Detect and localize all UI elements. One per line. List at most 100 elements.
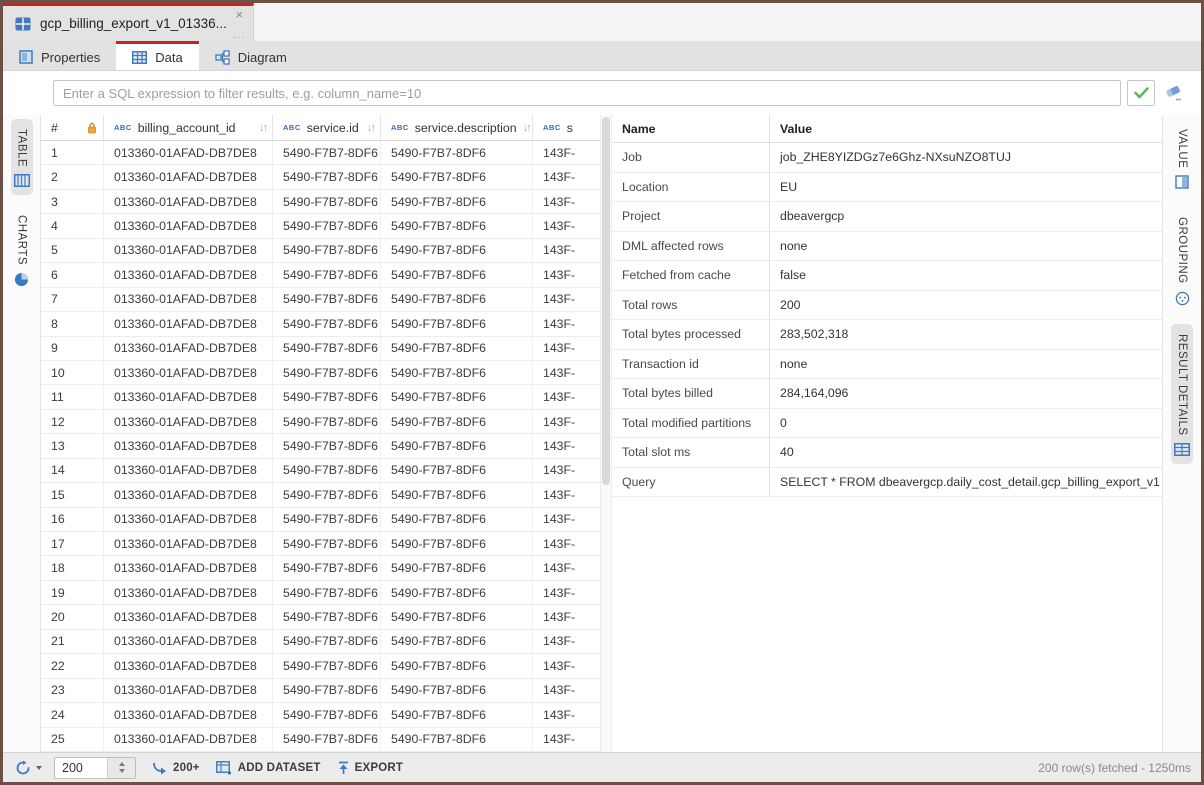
grid-cell[interactable]: 013360-01AFAD-DB7DE8 — [104, 532, 273, 555]
grid-cell[interactable]: 22 — [41, 654, 104, 677]
grid-cell[interactable]: 013360-01AFAD-DB7DE8 — [104, 630, 273, 653]
grid-cell[interactable]: 5490-F7B7-8DF6 — [273, 581, 381, 604]
grid-cell[interactable]: 5490-F7B7-8DF6 — [381, 532, 533, 555]
grid-cell[interactable]: 013360-01AFAD-DB7DE8 — [104, 288, 273, 311]
row-limit-input[interactable] — [55, 758, 107, 778]
details-row[interactable]: Total bytes billed284,164,096 — [612, 379, 1162, 409]
table-row[interactable]: 20013360-01AFAD-DB7DE85490-F7B7-8DF65490… — [41, 605, 600, 629]
grid-cell[interactable]: 5490-F7B7-8DF6 — [381, 654, 533, 677]
table-row[interactable]: 23013360-01AFAD-DB7DE85490-F7B7-8DF65490… — [41, 679, 600, 703]
grid-cell[interactable]: 25 — [41, 728, 104, 751]
grid-cell[interactable]: 013360-01AFAD-DB7DE8 — [104, 605, 273, 628]
grid-cell[interactable]: 5490-F7B7-8DF6 — [381, 728, 533, 751]
column-header-truncated[interactable]: ABC s — [533, 115, 600, 140]
grid-cell[interactable]: 013360-01AFAD-DB7DE8 — [104, 556, 273, 579]
grid-cell[interactable]: 013360-01AFAD-DB7DE8 — [104, 679, 273, 702]
grid-cell[interactable]: 21 — [41, 630, 104, 653]
scrollbar-thumb[interactable] — [602, 117, 610, 485]
filter-input[interactable] — [53, 80, 1121, 106]
row-limit-stepper[interactable] — [54, 757, 136, 779]
grid-cell[interactable]: 5490-F7B7-8DF6 — [273, 190, 381, 213]
table-row[interactable]: 25013360-01AFAD-DB7DE85490-F7B7-8DF65490… — [41, 728, 600, 752]
column-header-service-description[interactable]: ABC service.description ↓↑ — [381, 115, 533, 140]
details-row-value[interactable]: dbeavergcp — [770, 202, 1162, 231]
refresh-button[interactable] — [15, 760, 42, 776]
grid-cell[interactable]: 143F- — [533, 703, 600, 726]
grid-cell[interactable]: 24 — [41, 703, 104, 726]
sort-icon[interactable]: ↓↑ — [523, 122, 530, 134]
table-row[interactable]: 6013360-01AFAD-DB7DE85490-F7B7-8DF65490-… — [41, 263, 600, 287]
grid-cell[interactable]: 013360-01AFAD-DB7DE8 — [104, 312, 273, 335]
grid-cell[interactable]: 013360-01AFAD-DB7DE8 — [104, 703, 273, 726]
table-row[interactable]: 2013360-01AFAD-DB7DE85490-F7B7-8DF65490-… — [41, 165, 600, 189]
grid-cell[interactable]: 013360-01AFAD-DB7DE8 — [104, 410, 273, 433]
grid-cell[interactable]: 10 — [41, 361, 104, 384]
grid-cell[interactable]: 013360-01AFAD-DB7DE8 — [104, 508, 273, 531]
grid-cell[interactable]: 5490-F7B7-8DF6 — [381, 508, 533, 531]
grid-cell[interactable]: 5490-F7B7-8DF6 — [381, 605, 533, 628]
grid-cell[interactable]: 5490-F7B7-8DF6 — [381, 337, 533, 360]
grid-cell[interactable]: 013360-01AFAD-DB7DE8 — [104, 239, 273, 262]
grid-cell[interactable]: 5490-F7B7-8DF6 — [381, 410, 533, 433]
table-row[interactable]: 11013360-01AFAD-DB7DE85490-F7B7-8DF65490… — [41, 385, 600, 409]
tab-result-details[interactable]: RESULT DETAILS — [1171, 324, 1193, 464]
grid-cell[interactable]: 143F- — [533, 361, 600, 384]
details-row[interactable]: Jobjob_ZHE8YIZDGz7e6Ghz-NXsuNZO8TUJ — [612, 143, 1162, 173]
sort-icon[interactable]: ↓↑ — [259, 122, 266, 134]
grid-cell[interactable]: 013360-01AFAD-DB7DE8 — [104, 434, 273, 457]
grid-cell[interactable]: 143F- — [533, 679, 600, 702]
details-row-value[interactable]: job_ZHE8YIZDGz7e6Ghz-NXsuNZO8TUJ — [770, 143, 1162, 172]
grid-cell[interactable]: 1 — [41, 141, 104, 164]
apply-filter-button[interactable] — [1127, 80, 1155, 106]
grid-cell[interactable]: 6 — [41, 263, 104, 286]
table-row[interactable]: 10013360-01AFAD-DB7DE85490-F7B7-8DF65490… — [41, 361, 600, 385]
table-row[interactable]: 17013360-01AFAD-DB7DE85490-F7B7-8DF65490… — [41, 532, 600, 556]
stepper-down-icon[interactable] — [119, 769, 125, 773]
grid-cell[interactable]: 5490-F7B7-8DF6 — [381, 483, 533, 506]
grid-cell[interactable]: 143F- — [533, 630, 600, 653]
details-row[interactable]: Total bytes processed283,502,318 — [612, 320, 1162, 350]
grid-cell[interactable]: 5490-F7B7-8DF6 — [381, 312, 533, 335]
grid-cell[interactable]: 19 — [41, 581, 104, 604]
grid-cell[interactable]: 5490-F7B7-8DF6 — [273, 263, 381, 286]
table-row[interactable]: 9013360-01AFAD-DB7DE85490-F7B7-8DF65490-… — [41, 337, 600, 361]
column-header-service-id[interactable]: ABC service.id ↓↑ — [273, 115, 381, 140]
grid-cell[interactable]: 5490-F7B7-8DF6 — [381, 263, 533, 286]
details-row[interactable]: Fetched from cachefalse — [612, 261, 1162, 291]
fetch-next-button[interactable]: 200+ — [152, 761, 200, 775]
grid-vertical-scrollbar[interactable] — [600, 115, 612, 752]
grid-cell[interactable]: 5490-F7B7-8DF6 — [381, 385, 533, 408]
table-row[interactable]: 21013360-01AFAD-DB7DE85490-F7B7-8DF65490… — [41, 630, 600, 654]
grid-cell[interactable]: 5490-F7B7-8DF6 — [273, 361, 381, 384]
grid-cell[interactable]: 18 — [41, 556, 104, 579]
grid-cell[interactable]: 013360-01AFAD-DB7DE8 — [104, 337, 273, 360]
grid-cell[interactable]: 11 — [41, 385, 104, 408]
grid-cell[interactable]: 5490-F7B7-8DF6 — [381, 459, 533, 482]
grid-cell[interactable]: 013360-01AFAD-DB7DE8 — [104, 361, 273, 384]
grid-cell[interactable]: 143F- — [533, 581, 600, 604]
grid-cell[interactable]: 5490-F7B7-8DF6 — [381, 190, 533, 213]
stepper-buttons[interactable] — [107, 758, 135, 778]
table-row[interactable]: 12013360-01AFAD-DB7DE85490-F7B7-8DF65490… — [41, 410, 600, 434]
details-name-header[interactable]: Name — [612, 115, 770, 142]
grid-cell[interactable]: 143F- — [533, 337, 600, 360]
grid-cell[interactable]: 13 — [41, 434, 104, 457]
table-row[interactable]: 14013360-01AFAD-DB7DE85490-F7B7-8DF65490… — [41, 459, 600, 483]
grid-cell[interactable]: 5490-F7B7-8DF6 — [381, 581, 533, 604]
grid-cell[interactable]: 5490-F7B7-8DF6 — [381, 703, 533, 726]
grid-cell[interactable]: 013360-01AFAD-DB7DE8 — [104, 385, 273, 408]
details-row-value[interactable]: 40 — [770, 438, 1162, 467]
grid-cell[interactable]: 143F- — [533, 385, 600, 408]
grid-cell[interactable]: 143F- — [533, 434, 600, 457]
grid-cell[interactable]: 013360-01AFAD-DB7DE8 — [104, 459, 273, 482]
grid-cell[interactable]: 143F- — [533, 288, 600, 311]
grid-cell[interactable]: 143F- — [533, 410, 600, 433]
grid-cell[interactable]: 5490-F7B7-8DF6 — [381, 679, 533, 702]
details-row-value[interactable]: false — [770, 261, 1162, 290]
grid-cell[interactable]: 5490-F7B7-8DF6 — [273, 337, 381, 360]
grid-cell[interactable]: 013360-01AFAD-DB7DE8 — [104, 190, 273, 213]
grid-cell[interactable]: 143F- — [533, 459, 600, 482]
grid-cell[interactable]: 7 — [41, 288, 104, 311]
grid-cell[interactable]: 5490-F7B7-8DF6 — [381, 630, 533, 653]
grid-cell[interactable]: 2 — [41, 165, 104, 188]
